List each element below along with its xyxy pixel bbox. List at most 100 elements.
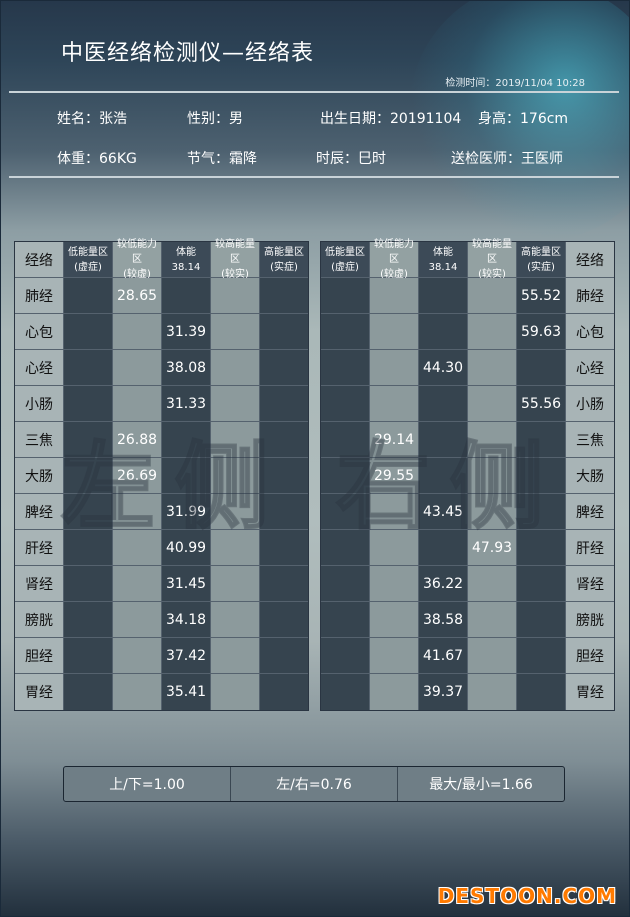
- table-row: 59.63 心包: [321, 314, 614, 350]
- header-text: (实症): [527, 261, 555, 273]
- max-min-ratio: 最大/最小=1.66: [429, 777, 533, 793]
- meridian-name: 心经: [566, 350, 614, 386]
- doctor-label: 送检医师：: [451, 151, 521, 167]
- value-cell: 31.45: [162, 566, 211, 602]
- gender-value: 男: [229, 111, 243, 127]
- table-row: 36.22 肾经: [321, 566, 614, 602]
- meridian-name: 小肠: [15, 386, 64, 422]
- divider-bottom: [9, 176, 619, 178]
- meridian-name: 膀胱: [15, 602, 64, 638]
- meridian-name: 三焦: [566, 422, 614, 458]
- table-header: 低能量区 (虚症) 较低能力区 (较虚) 体能 38.14 较高能量区 (较实) 高能量…: [321, 239, 614, 280]
- table-row: 肺经 28.65: [15, 278, 308, 314]
- patient-gender: 性别：男: [187, 108, 243, 128]
- meridian-name: 肺经: [566, 278, 614, 314]
- value-cell: [468, 566, 517, 602]
- value-cell: [64, 602, 113, 638]
- table-row: 心包 31.39: [15, 314, 308, 350]
- value-cell: [419, 314, 468, 350]
- meridian-name: 脾经: [15, 494, 64, 530]
- header-high-energy: 高能量区 (实症): [260, 242, 308, 278]
- watermark-right: 右侧: [335, 432, 565, 543]
- meridian-name: 膀胱: [566, 602, 614, 638]
- weight-value: 66KG: [99, 151, 137, 167]
- value-cell: 41.67: [419, 638, 468, 674]
- meridian-name: 肝经: [566, 530, 614, 566]
- value-cell: [321, 278, 370, 314]
- header-lower-energy: 较低能力区 (较虚): [113, 239, 162, 280]
- header-meridian: 经络: [566, 242, 614, 278]
- header-text: 低能量区: [325, 246, 365, 258]
- value-cell: [370, 638, 419, 674]
- value-cell: [468, 350, 517, 386]
- patient-name: 姓名：张浩: [57, 108, 127, 128]
- header-text: (虚症): [74, 261, 102, 273]
- weight-label: 体重：: [57, 151, 99, 167]
- table-row: 38.58 膀胱: [321, 602, 614, 638]
- birth-label: 出生日期：: [320, 111, 390, 127]
- header-text: (虚症): [331, 261, 359, 273]
- table-row: 44.30 心经: [321, 350, 614, 386]
- value-cell: [64, 278, 113, 314]
- meridian-name: 肾经: [15, 566, 64, 602]
- value-cell: [64, 674, 113, 710]
- value-cell: [321, 566, 370, 602]
- patient-doctor: 送检医师：王医师: [451, 148, 563, 168]
- ratio-summary: 上/下=1.00 左/右=0.76 最大/最小=1.66: [63, 766, 565, 802]
- table-row: 胃经 35.41: [15, 674, 308, 710]
- value-cell: 44.30: [419, 350, 468, 386]
- hour-label: 时辰：: [316, 151, 358, 167]
- patient-weight: 体重：66KG: [57, 148, 137, 168]
- value-cell: [517, 602, 566, 638]
- value-cell: [517, 638, 566, 674]
- header-text: 高能量区: [521, 246, 561, 258]
- patient-solar-term: 节气：霜降: [187, 148, 257, 168]
- value-cell: [321, 314, 370, 350]
- meridian-name: 心包: [15, 314, 64, 350]
- meridian-name: 脾经: [566, 494, 614, 530]
- value-cell: [64, 314, 113, 350]
- page-title: 中医经络检测仪—经络表: [61, 41, 315, 66]
- value-cell: 37.42: [162, 638, 211, 674]
- value-cell: [260, 602, 308, 638]
- value-cell: [211, 602, 260, 638]
- birth-value: 20191104: [390, 111, 462, 127]
- header-higher-energy: 较高能量区 (较实): [468, 239, 517, 280]
- meridian-name: 肝经: [15, 530, 64, 566]
- left-right-ratio: 左/右=0.76: [231, 767, 398, 801]
- value-cell: [419, 278, 468, 314]
- meridian-name: 大肠: [566, 458, 614, 494]
- meridian-name: 胆经: [15, 638, 64, 674]
- value-cell: [211, 350, 260, 386]
- header-text: 体能: [433, 246, 453, 258]
- value-cell: [321, 602, 370, 638]
- value-cell: 59.63: [517, 314, 566, 350]
- value-cell: 34.18: [162, 602, 211, 638]
- value-cell: 38.58: [419, 602, 468, 638]
- header-text: (实症): [270, 261, 298, 273]
- value-cell: [370, 314, 419, 350]
- header-text: 38.14: [428, 261, 458, 273]
- meridian-name: 胃经: [15, 674, 64, 710]
- value-cell: [211, 638, 260, 674]
- value-cell: [211, 674, 260, 710]
- header-low-energy: 低能量区 (虚症): [64, 242, 113, 278]
- value-cell: [517, 674, 566, 710]
- solar-term-label: 节气：: [187, 151, 229, 167]
- value-cell: [64, 350, 113, 386]
- solar-term-value: 霜降: [229, 151, 257, 167]
- value-cell: 36.22: [419, 566, 468, 602]
- value-cell: [211, 314, 260, 350]
- value-cell: [370, 278, 419, 314]
- header-text: 较高能量区: [472, 239, 512, 265]
- header-text: 38.14: [171, 261, 201, 273]
- value-cell: [260, 314, 308, 350]
- height-value: 176cm: [520, 111, 569, 127]
- table-header: 经络 低能量区 (虚症) 较低能力区 (较虚) 体能 38.14 较高能量区 (较实) …: [15, 239, 308, 280]
- header-meridian: 经络: [15, 242, 64, 278]
- value-cell: [113, 566, 162, 602]
- value-cell: [321, 674, 370, 710]
- value-cell: [468, 602, 517, 638]
- patient-height: 身高：176cm: [478, 108, 568, 128]
- table-row: 41.67 胆经: [321, 638, 614, 674]
